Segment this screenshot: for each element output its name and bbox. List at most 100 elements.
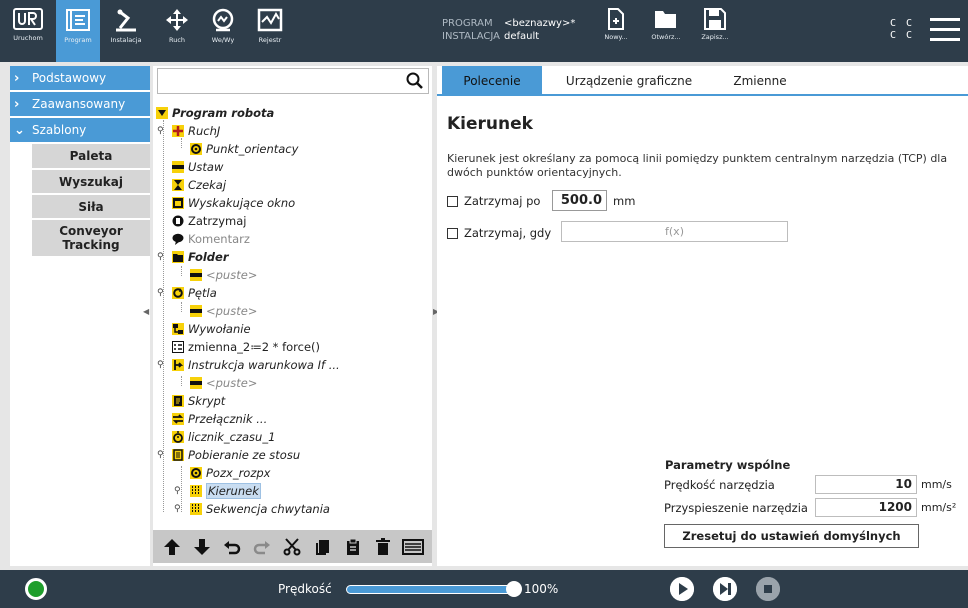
tree-node[interactable]: Folder <box>172 248 229 266</box>
move-up-icon[interactable] <box>161 536 183 558</box>
tool-speed-input[interactable]: 10 <box>815 475 917 494</box>
search-icon[interactable] <box>406 72 424 94</box>
tool-accel-input[interactable]: 1200 <box>815 498 917 517</box>
redo-icon[interactable] <box>251 536 273 558</box>
tree-node[interactable]: Komentarz <box>172 230 250 248</box>
cut-icon[interactable] <box>281 536 303 558</box>
tab-command-label: Polecenie <box>463 74 521 88</box>
tree-node[interactable]: <puste> <box>190 302 257 320</box>
top-bar: Uruchom Program Instalacja Ruch We/Wy Re… <box>0 0 968 62</box>
speed-slider-handle[interactable] <box>506 581 522 597</box>
expand-pin-icon[interactable]: ⚲ <box>157 126 164 136</box>
log-tab[interactable]: Rejestr <box>248 0 292 62</box>
template-conveyor-tracking-label: Conveyor Tracking <box>59 224 123 252</box>
tool-accel-label: Przyspieszenie narzędzia <box>664 501 808 515</box>
script-icon <box>172 395 184 407</box>
collapse-left-handle-icon[interactable]: ◀ <box>143 307 149 316</box>
chevron-right-icon: › <box>14 70 20 86</box>
tree-node[interactable]: Instrukcja warunkowa If ... <box>172 356 340 374</box>
suppress-icon[interactable] <box>401 536 424 558</box>
stop-button[interactable] <box>756 577 780 601</box>
stop-when-label: Zatrzymaj, gdy <box>464 226 552 240</box>
destack-icon <box>172 449 184 461</box>
template-force[interactable]: Siła <box>32 195 150 220</box>
tree-node[interactable]: Pozx_rozpx <box>190 464 270 482</box>
tree-root[interactable]: Program robota <box>156 104 274 122</box>
stop-after-checkbox[interactable] <box>447 196 458 207</box>
template-conveyor-tracking[interactable]: Conveyor Tracking <box>32 220 150 258</box>
tree-node[interactable]: Czekaj <box>172 176 226 194</box>
category-basic[interactable]: › Podstawowy <box>10 66 150 90</box>
speed-percent: 100% <box>524 582 559 596</box>
direction-icon <box>190 485 202 497</box>
tree-search-input[interactable] <box>157 68 429 94</box>
tree-node[interactable]: Pobieranie ze stosu <box>172 446 300 464</box>
tree-node[interactable]: Zatrzymaj <box>172 212 246 230</box>
run-tab[interactable]: Uruchom <box>0 0 56 62</box>
step-button[interactable] <box>713 577 737 601</box>
tree-node-label: RuchJ <box>188 124 221 138</box>
halt-icon <box>172 215 184 227</box>
expand-pin-icon[interactable]: ⚲ <box>157 288 164 298</box>
undo-icon[interactable] <box>221 536 243 558</box>
timer-icon <box>172 431 184 443</box>
open-button[interactable]: Otwórz... <box>644 8 688 41</box>
category-advanced-label: Zaawansowany <box>32 97 126 111</box>
tree-node[interactable]: RuchJ <box>172 122 220 140</box>
save-button[interactable]: Zapisz... <box>695 8 735 41</box>
paste-icon[interactable] <box>342 536 364 558</box>
tree-node-label: Instrukcja warunkowa If ... <box>188 358 340 372</box>
stop-when-expression-field[interactable]: f(x) <box>561 221 788 242</box>
template-seek[interactable]: Wyszukaj <box>32 170 150 195</box>
play-button[interactable] <box>670 577 694 601</box>
tree-node[interactable]: Skrypt <box>172 392 225 410</box>
expand-pin-icon[interactable]: ⚲ <box>157 252 164 262</box>
stop-after-unit: mm <box>613 194 636 208</box>
tree-node[interactable]: zmienna_2≔2 * force() <box>172 338 320 356</box>
tab-variables[interactable]: Zmienne <box>715 66 805 96</box>
stop-icon <box>756 577 780 601</box>
copy-icon[interactable] <box>312 536 334 558</box>
tree-node[interactable]: licznik_czasu_1 <box>172 428 275 446</box>
tree-node[interactable]: Przełącznik ... <box>172 410 267 428</box>
stop-after-distance-input[interactable]: 500.0 <box>552 190 607 211</box>
tree-node[interactable]: Wywołanie <box>172 320 251 338</box>
program-icon <box>65 8 91 32</box>
tree-node[interactable]: Ustaw <box>172 158 223 176</box>
move-down-icon[interactable] <box>191 536 213 558</box>
tree-node[interactable]: Wyskakujące okno <box>172 194 295 212</box>
new-button[interactable]: Nowy... <box>601 8 631 41</box>
io-tab[interactable]: We/Wy <box>201 0 245 62</box>
stop-when-checkbox[interactable] <box>447 228 458 239</box>
reset-defaults-button[interactable]: Zresetuj do ustawień domyślnych <box>664 524 919 548</box>
tree-node[interactable]: Sekwencja chwytania <box>190 500 330 518</box>
empty-icon <box>190 377 202 389</box>
expand-pin-icon[interactable]: ⚲ <box>174 504 181 514</box>
program-tab[interactable]: Program <box>56 0 100 62</box>
tab-graphics[interactable]: Urządzenie graficzne <box>549 66 709 96</box>
tab-command[interactable]: Polecenie <box>442 66 542 96</box>
speed-slider[interactable] <box>346 585 514 594</box>
installation-tab[interactable]: Instalacja <box>101 0 151 62</box>
expand-pin-icon[interactable]: ⚲ <box>157 450 164 460</box>
tree-node[interactable]: <puste> <box>190 266 257 284</box>
bottom-bar: Prędkość 100% <box>0 570 968 608</box>
hamburger-menu-icon[interactable] <box>930 18 960 44</box>
tree-node[interactable]: Pętla <box>172 284 217 302</box>
move-tab[interactable]: Ruch <box>155 0 199 62</box>
template-palletizing[interactable]: Paleta <box>32 144 150 170</box>
command-title: Kierunek <box>447 114 533 134</box>
tree-node-selected[interactable]: Kierunek <box>190 482 261 500</box>
delete-icon[interactable] <box>372 536 394 558</box>
power-status-icon[interactable] <box>25 578 47 600</box>
category-templates[interactable]: ⌄ Szablony <box>10 118 150 142</box>
expand-pin-icon[interactable]: ⚲ <box>174 486 181 496</box>
loop-icon <box>172 287 184 299</box>
tree-node-label: Sekwencja chwytania <box>206 502 330 516</box>
tree-node-label: Pozx_rozpx <box>206 466 271 480</box>
category-advanced[interactable]: › Zaawansowany <box>10 92 150 116</box>
expand-pin-icon[interactable]: ⚲ <box>157 360 164 370</box>
tree-node[interactable]: <puste> <box>190 374 257 392</box>
tree-node[interactable]: Punkt_orientacy <box>190 140 298 158</box>
folder-icon <box>172 251 184 263</box>
